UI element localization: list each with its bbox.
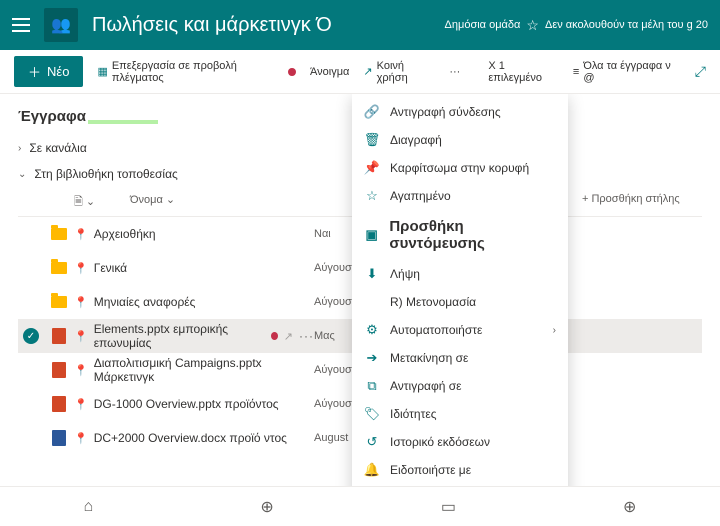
star-icon[interactable]: ☆ bbox=[526, 17, 539, 34]
file-type-icon[interactable]: 🗎 ⌄ bbox=[74, 193, 130, 212]
highlight-mark bbox=[88, 120, 158, 124]
copy-icon: ⧉ bbox=[364, 378, 380, 394]
add-icon[interactable]: ⊕ bbox=[623, 497, 636, 517]
col-name[interactable]: Όνομα ⌄ bbox=[130, 193, 370, 212]
word-icon bbox=[52, 430, 66, 446]
more-commands[interactable]: ··· bbox=[449, 66, 460, 78]
tag-icon: 🏷 bbox=[364, 406, 380, 422]
context-menu: 🔗Αντιγραφή σύνδεσης 🗑Διαγραφή 📌Καρφίτσωμ… bbox=[352, 94, 568, 486]
phone-icon[interactable]: ▭ bbox=[441, 497, 456, 517]
rename-icon bbox=[364, 294, 380, 310]
bell-icon: 🔔 bbox=[364, 462, 380, 478]
content-area: Έγγραφα › Σε κανάλια ⌄ Στη βιβλιοθήκη το… bbox=[0, 94, 720, 486]
ctx-download[interactable]: ⬇Λήψη bbox=[352, 260, 568, 288]
ctx-rename[interactable]: R) Μετονομασία bbox=[352, 288, 568, 316]
ctx-favorite[interactable]: ☆Αγαπημένο bbox=[352, 182, 568, 210]
check-icon[interactable]: ✓ bbox=[23, 328, 39, 344]
ctx-history[interactable]: ↺Ιστορικό εκδόσεων bbox=[352, 428, 568, 456]
pin-icon: 📍 bbox=[74, 330, 88, 343]
ctx-shortcut[interactable]: ▣Προσθήκη συντόμευσης bbox=[352, 210, 568, 260]
view-filter[interactable]: ≡Όλα τα έγγραφα ν @ bbox=[573, 60, 681, 84]
chevron-right-icon: › bbox=[18, 143, 21, 154]
follow-text: Δεν ακολουθούν τα μέλη του g 20 bbox=[545, 19, 708, 31]
file-name: Μηνιαίες αναφορές bbox=[94, 295, 196, 309]
star-icon: ☆ bbox=[364, 188, 380, 204]
team-logo[interactable]: 👥 bbox=[44, 8, 78, 42]
share-button[interactable]: ↗Κοινή χρήση bbox=[363, 60, 435, 84]
team-title: Πωλήσεις και μάρκετινγκ Ό bbox=[92, 14, 445, 37]
col-add[interactable]: + Προσθήκη στήλης bbox=[582, 193, 702, 212]
ctx-pin[interactable]: 📌Καρφίτσωμα στην κορυφή bbox=[352, 154, 568, 182]
trash-icon: 🗑 bbox=[364, 132, 380, 148]
file-name: DC+2000 Overview.docx προϊό ντος bbox=[94, 431, 287, 445]
flow-icon: ⚙ bbox=[364, 322, 380, 338]
chevron-right-icon: › bbox=[553, 325, 556, 336]
shortcut-icon: ▣ bbox=[364, 227, 379, 243]
folder-icon bbox=[51, 296, 67, 308]
app-header: 👥 Πωλήσεις και μάρκετινγκ Ό Δημόσια ομάδ… bbox=[0, 0, 720, 50]
file-name: Elements.pptx εμπορικής επωνυμίας bbox=[94, 322, 265, 350]
badge-dot-icon bbox=[271, 332, 278, 340]
menu-icon[interactable] bbox=[12, 18, 30, 32]
ctx-copy-link[interactable]: 🔗Αντιγραφή σύνδεσης bbox=[352, 98, 568, 126]
move-icon: ➔ bbox=[364, 350, 380, 366]
home-icon[interactable]: ⌂ bbox=[84, 498, 94, 516]
folder-icon bbox=[51, 228, 67, 240]
ctx-properties[interactable]: 🏷Ιδιότητες bbox=[352, 400, 568, 428]
expand-icon[interactable]: ⤢ bbox=[695, 63, 706, 80]
history-icon: ↺ bbox=[364, 434, 380, 450]
ctx-move[interactable]: ➔Μετακίνηση σε bbox=[352, 344, 568, 372]
edit-grid-button[interactable]: ▦Επεξεργασία σε προβολή πλέγματος bbox=[97, 60, 296, 84]
globe-icon[interactable]: ⊕ bbox=[260, 497, 273, 517]
ctx-alert[interactable]: 🔔Ειδοποιήστε με bbox=[352, 456, 568, 484]
ctx-copy[interactable]: ⧉Αντιγραφή σε bbox=[352, 372, 568, 400]
powerpoint-icon bbox=[52, 362, 66, 378]
pin-icon: 📍 bbox=[74, 228, 88, 241]
ctx-manage[interactable]: ⚑Διαχείριση των ειδοποιήσεών μου bbox=[352, 484, 568, 486]
open-button[interactable]: Άνοιγμα bbox=[310, 66, 349, 78]
powerpoint-icon bbox=[52, 328, 66, 344]
pin-icon: 📍 bbox=[74, 364, 88, 377]
pin-icon: 📍 bbox=[74, 296, 88, 309]
pin-icon: 📍 bbox=[74, 262, 88, 275]
share-icon[interactable]: ↗ bbox=[284, 330, 293, 343]
pin-icon: 📍 bbox=[74, 432, 88, 445]
file-name: DG-1000 Overview.pptx προϊόντος bbox=[94, 397, 279, 411]
new-button[interactable]: ＋ Νέο bbox=[14, 56, 83, 87]
chevron-down-icon: ⌄ bbox=[18, 169, 26, 180]
selected-count: X 1 επιλεγμένο bbox=[488, 60, 559, 84]
pin-icon: 📌 bbox=[364, 160, 380, 176]
folder-icon bbox=[51, 262, 67, 274]
ctx-delete[interactable]: 🗑Διαγραφή bbox=[352, 126, 568, 154]
command-bar: ＋ Νέο ▦Επεξεργασία σε προβολή πλέγματος … bbox=[0, 50, 720, 94]
pin-icon: 📍 bbox=[74, 398, 88, 411]
powerpoint-icon bbox=[52, 396, 66, 412]
team-type: Δημόσια ομάδα bbox=[445, 19, 521, 31]
badge-dot-icon bbox=[288, 68, 296, 76]
bottom-nav: ⌂ ⊕ ▭ ⊕ bbox=[0, 486, 720, 526]
ctx-automate[interactable]: ⚙Αυτοματοποιήστε› bbox=[352, 316, 568, 344]
team-info: Δημόσια ομάδα ☆ Δεν ακολουθούν τα μέλη τ… bbox=[445, 17, 708, 34]
link-icon: 🔗 bbox=[364, 104, 380, 120]
file-name: Διαπολιτισμική Campaigns.pptx Μάρκετινγκ bbox=[94, 356, 314, 384]
file-name: Αρχειοθήκη bbox=[94, 227, 156, 241]
more-icon[interactable]: ··· bbox=[299, 329, 314, 343]
download-icon: ⬇ bbox=[364, 266, 380, 282]
file-name: Γενικά bbox=[94, 261, 127, 275]
